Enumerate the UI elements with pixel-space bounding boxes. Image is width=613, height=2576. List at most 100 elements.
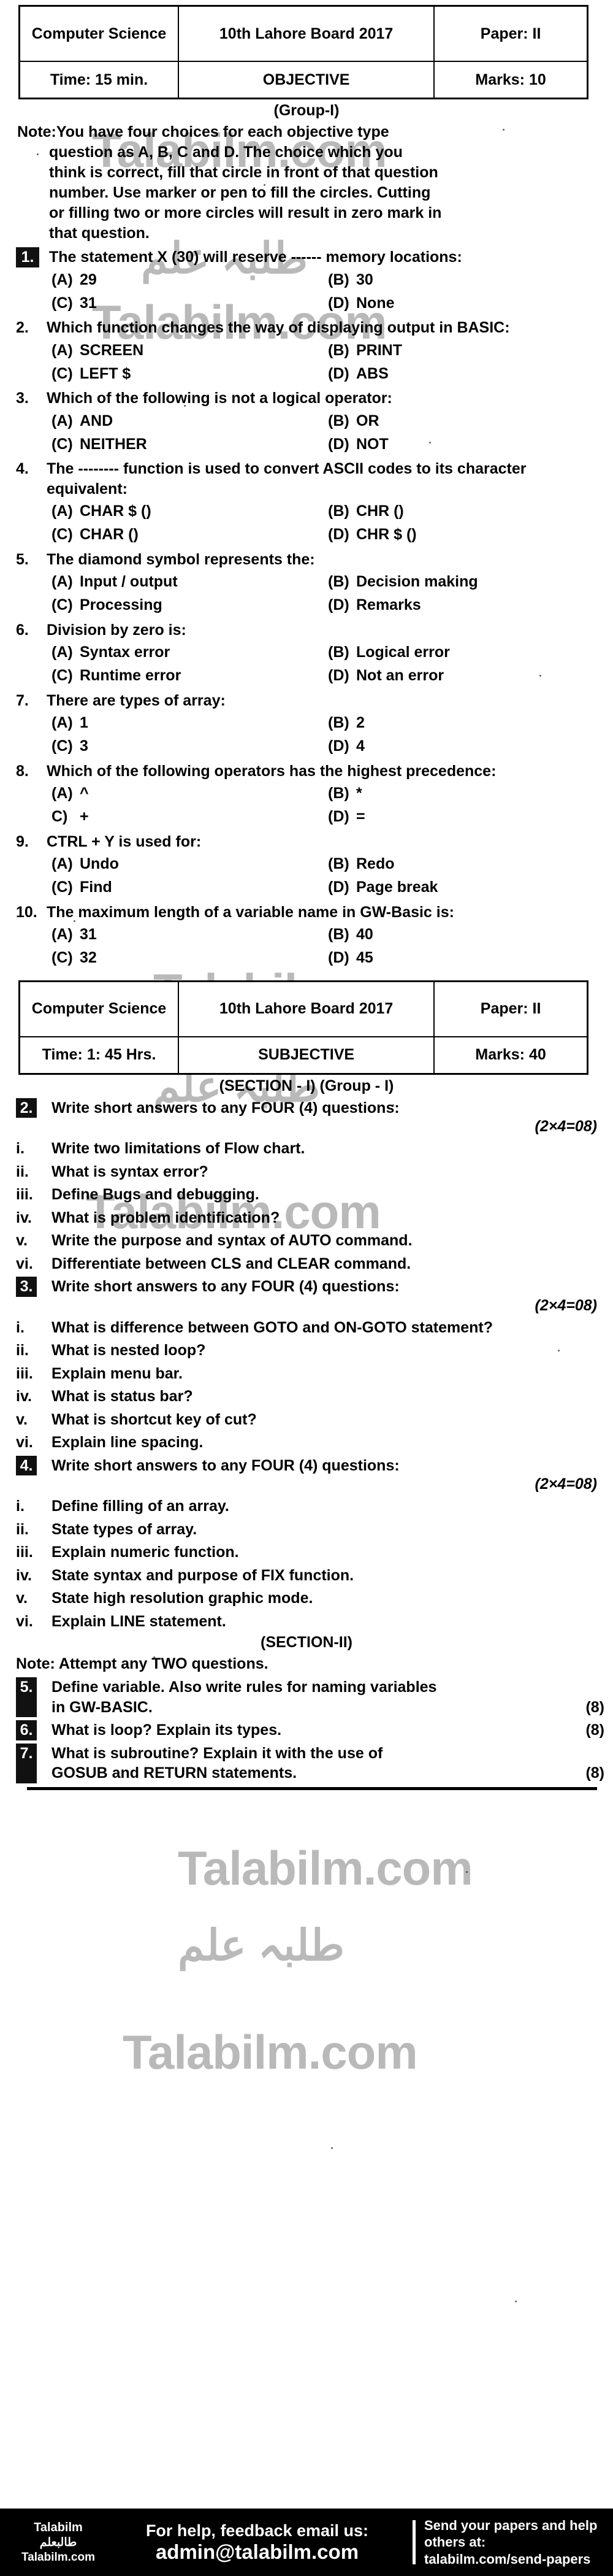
option-d[interactable]: (D) 4 [328,735,604,757]
option-label: (C) [51,667,73,685]
option-a[interactable]: (A) ^ [51,782,328,804]
option-b[interactable]: (B) Decision making [328,571,604,593]
option-b[interactable]: (B) CHR () [328,500,604,522]
option-a[interactable]: (A) 1 [51,712,328,734]
footer-email-link[interactable]: admin@talabilm.com [116,2540,398,2564]
sub-item: iv. What is problem identification? [16,1208,604,1228]
marks-note: (2×4=08) [535,1296,597,1314]
option-text: 45 [356,949,373,967]
sub-item-number: iv. [16,1388,32,1405]
question-text: Which of the following operators has the… [47,762,497,780]
footer-send-label: Send your papers and help others at: [424,2517,598,2550]
option-text: Processing [80,596,162,614]
option-b[interactable]: (B) Logical error [328,641,604,663]
option-label: (A) [51,412,73,429]
option-label: (D) [328,879,349,896]
option-text: + [80,808,89,826]
option-a[interactable]: (A) Syntax error [51,641,328,663]
option-d[interactable]: (D) ABS [328,363,604,385]
option-text: 3 [80,737,88,755]
option-d[interactable]: (D) CHR $ () [328,523,604,545]
question-stem-text: Write short answers to any FOUR (4) ques… [51,1099,400,1117]
marks-cell: Marks: 10 [433,61,588,99]
footer-send-link[interactable]: talabilm.com/send-papers [424,2551,608,2568]
option-c[interactable]: (C) Find [51,876,328,898]
option-c[interactable]: (C) 3 [51,735,328,757]
option-text: = [356,808,365,826]
sub-item: iii. Explain numeric function. [16,1542,604,1563]
option-a[interactable]: (A) Undo [51,853,328,875]
sub-item-text: State types of array. [51,1520,197,1538]
option-c[interactable]: (C) 32 [51,947,328,969]
option-d[interactable]: (D) None [328,292,604,314]
sub-item-number: ii. [16,1163,29,1180]
sub-item-number: v. [16,1232,28,1249]
option-d[interactable]: (D) Remarks [328,594,604,616]
option-a[interactable]: (A) 29 [51,269,328,291]
mcq-option-row: (C) CHAR () (D) CHR $ () [51,523,604,545]
option-a[interactable]: (A) 31 [51,923,328,945]
option-d[interactable]: (D) = [328,805,604,828]
option-a[interactable]: (A) SCREEN [51,339,328,361]
sub-item-text: Differentiate between CLS and CLEAR comm… [51,1255,411,1272]
option-text: SCREEN [80,341,144,359]
question-number-badge: 6. [16,1720,37,1740]
option-d[interactable]: (D) Not an error [328,664,604,686]
footer-contact: For help, feedback email us: admin@talab… [116,2521,404,2564]
sub-item-text: Write the purpose and syntax of AUTO com… [51,1232,413,1249]
option-label: (B) [328,573,349,590]
mcq-option-row: (A) AND (B) OR [51,410,604,432]
sub-item-number: ii. [16,1342,29,1359]
option-b[interactable]: (B) * [328,782,604,804]
option-b[interactable]: (B) 40 [328,923,604,945]
option-b[interactable]: (B) 2 [328,712,604,734]
sub-item-number: vi. [16,1255,33,1272]
question-text: The maximum length of a variable name in… [47,903,454,921]
option-text: Runtime error [80,667,181,685]
option-label: (D) [328,737,349,755]
option-b[interactable]: (B) 30 [328,269,604,291]
option-c[interactable]: (C) 31 [51,292,328,314]
option-c[interactable]: (C) Runtime error [51,664,328,686]
option-label: (B) [328,785,349,802]
option-b[interactable]: (B) PRINT [328,339,604,361]
option-text: 40 [356,926,373,943]
option-c[interactable]: (C) Processing [51,594,328,616]
sub-item-number: iii. [16,1364,33,1382]
option-c[interactable]: (C) CHAR () [51,523,328,545]
option-a[interactable]: (A) Input / output [51,571,328,593]
question-number-badge: 3. [16,1277,37,1297]
option-label: (D) [328,364,349,382]
option-label: (A) [51,714,73,731]
option-d[interactable]: (D) Page break [328,876,604,898]
sub-item: v. Write the purpose and syntax of AUTO c… [16,1231,604,1251]
mcq-option-row: (A) Input / output (B) Decision making [51,571,604,593]
watermark-urdu: طلبہ علم [178,1921,345,1969]
option-label: (C) [51,364,73,382]
option-a[interactable]: (A) CHAR $ () [51,500,328,522]
option-b[interactable]: (B) Redo [328,853,604,875]
option-text: NOT [356,435,389,453]
sub-item: v. State high resolution graphic mode. [16,1588,604,1609]
watermark-talabilm: Talabilm.com [178,1841,473,1895]
option-d[interactable]: (D) 45 [328,947,604,969]
option-c[interactable]: (C) NEITHER [51,433,328,455]
question-marks: (8) [585,1764,604,1782]
question-line-1: What is loop? Explain its types. [51,1721,282,1739]
mcq-option-row: (C) NEITHER (D) NOT [51,433,604,455]
objective-header-table: Computer Science 10th Lahore Board 2017 … [18,5,588,99]
question-number-badge: 4. [16,1455,37,1475]
sub-item: vi. Explain line spacing. [16,1432,604,1453]
option-c[interactable]: C) + [51,805,328,828]
option-label: (C) [51,949,73,967]
mcq-option-row: (A) SCREEN (B) PRINT [51,339,604,361]
option-c[interactable]: (C) LEFT $ [51,363,328,385]
mcq-question: 3. Which of the following is not a logic… [16,388,604,409]
option-a[interactable]: (A) AND [51,410,328,432]
sub-item: iii. Explain menu bar. [16,1364,604,1384]
question-number: 2. [16,319,29,336]
option-b[interactable]: (B) OR [328,410,604,432]
marks-cell: Marks: 40 [433,1036,588,1074]
option-d[interactable]: (D) NOT [328,433,604,455]
question-number-badge: 7. [16,1743,37,1783]
